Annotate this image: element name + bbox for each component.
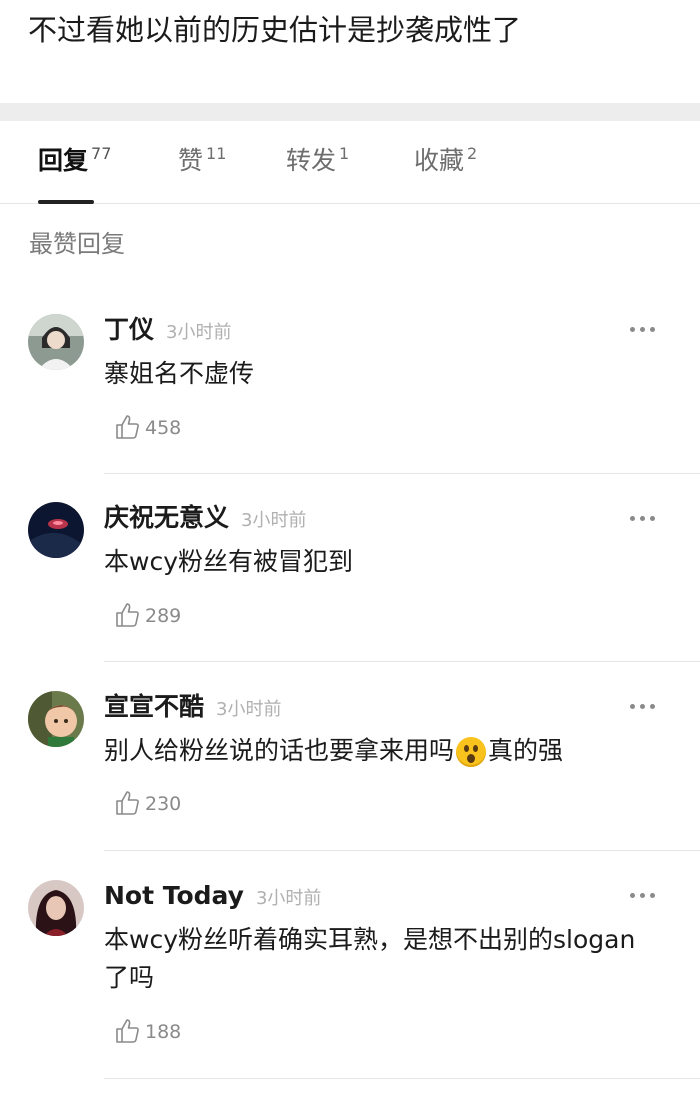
tab-reposts[interactable]: 转发 1 xyxy=(286,145,349,185)
tab-favorites-label: 收藏 xyxy=(414,146,465,175)
username[interactable]: 丁仪 3小时前 xyxy=(104,314,231,349)
tab-bar: 回复 77 赞 11 转发 1 收藏 2 xyxy=(0,121,700,204)
thumbs-up-icon xyxy=(116,790,139,815)
username[interactable]: 庆祝无意义 3小时前 xyxy=(104,502,306,537)
avatar[interactable] xyxy=(28,502,84,558)
tab-replies-label: 回复 xyxy=(38,146,89,175)
thumbs-up-icon xyxy=(116,414,139,439)
tab-replies-count: 77 xyxy=(91,144,112,163)
timestamp: 3小时前 xyxy=(166,322,232,343)
more-dots-icon[interactable] xyxy=(630,514,660,524)
comment-text: 寨姐名不虚传 xyxy=(104,359,255,388)
comment-text: 本wcy粉丝有被冒犯到 xyxy=(104,547,353,576)
comment-text: 别人给粉丝说的话也要拿来用吗 真的强 xyxy=(104,732,664,770)
tab-likes[interactable]: 赞 11 xyxy=(178,145,226,185)
like-count: 458 xyxy=(145,417,182,439)
tab-replies[interactable]: 回复 77 xyxy=(38,145,111,185)
section-heading: 最赞回复 xyxy=(29,230,125,258)
tab-reposts-count: 1 xyxy=(339,144,350,163)
tab-active-indicator xyxy=(38,200,94,204)
tab-reposts-label: 转发 xyxy=(286,146,337,175)
timestamp: 3小时前 xyxy=(241,510,307,531)
username[interactable]: Not Today 3小时前 xyxy=(104,880,321,915)
avatar[interactable] xyxy=(28,880,84,936)
tab-likes-count: 11 xyxy=(206,144,227,163)
more-dots-icon[interactable] xyxy=(630,891,660,901)
like-button[interactable]: 188 xyxy=(113,1017,181,1047)
tab-likes-label: 赞 xyxy=(178,146,204,175)
tab-favorites-count: 2 xyxy=(467,144,478,163)
username-text: 丁仪 xyxy=(104,315,155,344)
more-dots-icon[interactable] xyxy=(630,325,660,335)
hushed-face-emoji xyxy=(456,737,487,767)
section-gap xyxy=(0,103,700,121)
username-text: Not Today xyxy=(104,881,244,910)
divider xyxy=(104,661,700,662)
username-text: 庆祝无意义 xyxy=(104,503,230,532)
thumbs-up-icon xyxy=(116,1018,139,1043)
timestamp: 3小时前 xyxy=(255,888,322,909)
like-button[interactable]: 289 xyxy=(113,601,181,631)
divider xyxy=(104,473,700,474)
like-button[interactable]: 458 xyxy=(113,413,181,443)
like-count: 230 xyxy=(145,793,182,815)
comment-text-part: 真的强 xyxy=(488,736,564,765)
thumbs-up-icon xyxy=(116,602,139,627)
username[interactable]: 宣宣不酷 3小时前 xyxy=(104,691,281,726)
tab-favorites[interactable]: 收藏 2 xyxy=(414,145,477,185)
avatar[interactable] xyxy=(28,691,84,747)
more-dots-icon[interactable] xyxy=(630,702,660,712)
divider xyxy=(104,1078,700,1079)
like-count: 188 xyxy=(145,1021,182,1043)
post-text: 不过看她以前的历史估计是抄袭成性了 xyxy=(28,13,522,47)
timestamp: 3小时前 xyxy=(216,699,282,720)
comment-text: 本wcy粉丝听着确实耳熟，是想不出别的slogan了吗 xyxy=(104,925,636,992)
like-button[interactable]: 230 xyxy=(113,789,181,819)
comment-text-part: 别人给粉丝说的话也要拿来用吗 xyxy=(104,736,455,765)
avatar[interactable] xyxy=(28,314,84,370)
username-text: 宣宣不酷 xyxy=(104,692,205,721)
divider xyxy=(104,850,700,851)
like-count: 289 xyxy=(145,605,182,627)
